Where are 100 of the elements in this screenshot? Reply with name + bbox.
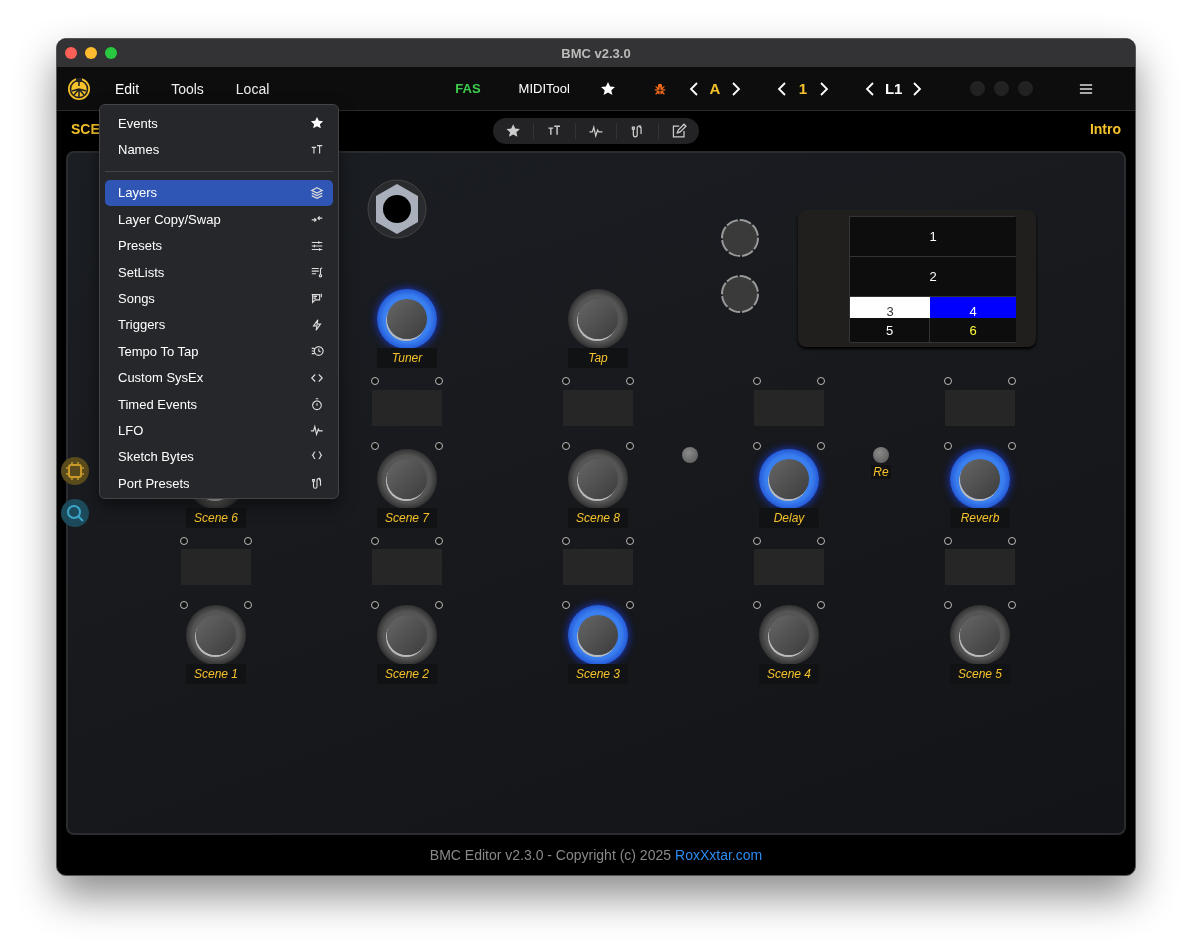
- footswitch-label: Scene 5: [950, 664, 1010, 684]
- footswitch[interactable]: [759, 605, 819, 665]
- screw-icon: [753, 537, 761, 545]
- screw-icon: [371, 377, 379, 385]
- display-cell: 3: [850, 297, 930, 318]
- scan-icon[interactable]: [60, 498, 90, 528]
- menu-item[interactable]: Local: [235, 80, 270, 97]
- screw-icon: [753, 377, 761, 385]
- screw-icon: [626, 442, 634, 450]
- website-link[interactable]: RoxXxtar.com: [675, 847, 763, 863]
- screw-icon: [1008, 377, 1016, 385]
- footswitch[interactable]: [950, 449, 1010, 509]
- menu-item[interactable]: Tools: [171, 80, 204, 97]
- footswitch-label: Delay: [759, 508, 819, 528]
- footswitch[interactable]: [759, 449, 819, 509]
- previous-icon[interactable]: [688, 80, 699, 97]
- next-icon[interactable]: [912, 80, 923, 97]
- footswitch-label: Tap: [568, 348, 628, 368]
- screw-icon: [1008, 601, 1016, 609]
- footswitch[interactable]: [568, 289, 628, 349]
- menu-item[interactable]: Timed Events: [105, 390, 333, 418]
- screw-icon: [944, 442, 952, 450]
- menu-item-icon: [310, 397, 324, 412]
- footswitch[interactable]: [377, 289, 437, 349]
- display-cell: 6: [930, 318, 1016, 343]
- footswitch-label: Scene 2: [377, 664, 437, 684]
- footswitch[interactable]: [568, 449, 628, 509]
- menu-item[interactable]: Songs: [105, 285, 333, 312]
- display-cell: 2: [850, 257, 1016, 297]
- screw-icon: [435, 442, 443, 450]
- minimize-button[interactable]: [85, 47, 97, 59]
- menu-item[interactable]: Triggers: [105, 311, 333, 339]
- selector-value: 1: [797, 80, 809, 97]
- chip-icon[interactable]: [60, 456, 90, 486]
- screw-icon: [944, 601, 952, 609]
- close-button[interactable]: [65, 47, 77, 59]
- screw-icon: [944, 537, 952, 545]
- zoom-button[interactable]: [105, 47, 117, 59]
- menu-item[interactable]: Custom SysEx: [105, 364, 333, 391]
- screw-icon: [1008, 537, 1016, 545]
- menu-item[interactable]: Events: [105, 110, 333, 137]
- menu-item-icon: [310, 185, 324, 200]
- window-title: BMC v2.3.0: [561, 45, 631, 61]
- selector-value: A: [708, 80, 721, 97]
- menu-item-icon: [310, 344, 324, 359]
- screw-icon: [817, 601, 825, 609]
- display-cell: 5: [850, 318, 930, 343]
- screw-icon: [753, 442, 761, 450]
- knob[interactable]: [720, 218, 760, 258]
- menu-item[interactable]: Tempo To Tap: [105, 338, 333, 365]
- menu-item-icon: [310, 265, 324, 280]
- footswitch-label: Scene 6: [186, 508, 246, 528]
- screw-icon: [371, 537, 379, 545]
- screw-icon: [626, 537, 634, 545]
- menu-item[interactable]: LFO: [105, 417, 333, 444]
- next-icon[interactable]: [818, 80, 829, 97]
- footswitch[interactable]: [377, 449, 437, 509]
- next-icon[interactable]: [730, 80, 741, 97]
- menu-item[interactable]: Sketch Bytes: [105, 443, 333, 471]
- footswitch-label: Scene 8: [568, 508, 628, 528]
- led-label: Re: [871, 465, 891, 479]
- menu-item[interactable]: Layer Copy/Swap: [105, 206, 333, 233]
- previous-icon[interactable]: [776, 80, 787, 97]
- screw-icon: [562, 537, 570, 545]
- menu-item[interactable]: Layers: [105, 179, 333, 207]
- knob[interactable]: [720, 274, 760, 314]
- screw-icon: [244, 601, 252, 609]
- footswitch[interactable]: [186, 605, 246, 665]
- screw-icon: [1008, 442, 1016, 450]
- footswitch-label: Scene 3: [568, 664, 628, 684]
- scene-label: SCE: [71, 121, 100, 137]
- screw-icon: [753, 601, 761, 609]
- menu-item-icon: [310, 238, 324, 253]
- tool-label[interactable]: MIDITool: [518, 81, 570, 96]
- screw-icon: [626, 601, 634, 609]
- selector-value: L1: [884, 80, 903, 97]
- screw-icon: [562, 601, 570, 609]
- menu-item-icon: [310, 423, 324, 438]
- footswitch[interactable]: [377, 605, 437, 665]
- screw-icon: [244, 537, 252, 545]
- menu-item-icon: [310, 476, 324, 491]
- logo-icon: [67, 76, 91, 101]
- menu-icon[interactable]: [1079, 82, 1094, 95]
- screw-icon: [180, 601, 188, 609]
- menu-item[interactable]: Edit: [115, 80, 140, 97]
- footswitch-label: Scene 7: [377, 508, 437, 528]
- device-label[interactable]: FAS: [455, 81, 481, 96]
- star-icon[interactable]: [599, 80, 616, 97]
- menu-item[interactable]: Presets: [105, 232, 333, 259]
- previous-icon[interactable]: [864, 80, 875, 97]
- footswitch[interactable]: [568, 605, 628, 665]
- jack-socket-icon: [367, 179, 427, 239]
- menu-item[interactable]: Port Presets: [105, 470, 333, 497]
- screw-icon: [371, 442, 379, 450]
- menu-item[interactable]: SetLists: [105, 258, 333, 286]
- screw-icon: [435, 377, 443, 385]
- footswitch[interactable]: [950, 605, 1010, 665]
- copyright-text: BMC Editor v2.3.0 - Copyright (c) 2025: [429, 847, 672, 863]
- menu-item[interactable]: Names: [105, 136, 333, 163]
- screw-icon: [562, 377, 570, 385]
